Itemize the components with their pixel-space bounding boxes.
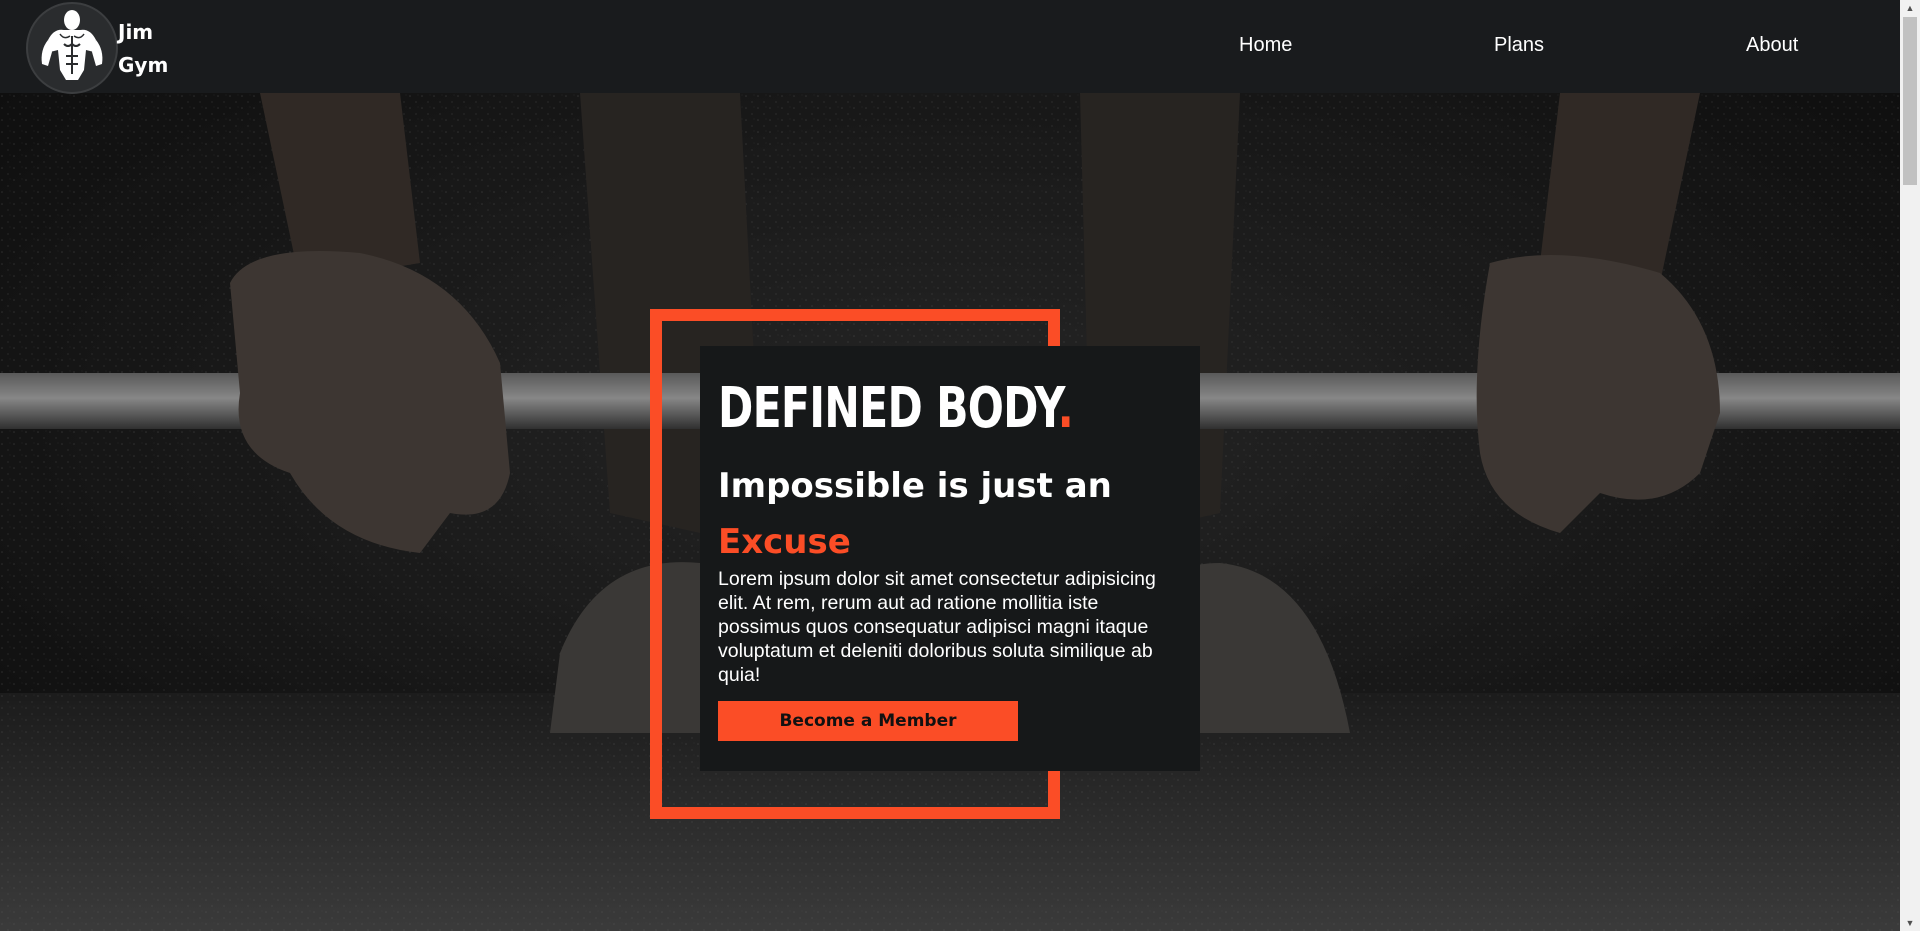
nav-link-plans[interactable]: Plans xyxy=(1494,34,1544,57)
nav-link-home[interactable]: Home xyxy=(1239,34,1292,57)
nav-link-about[interactable]: About xyxy=(1746,34,1798,57)
hero-headline: DEFINED BODY. xyxy=(718,373,1074,445)
scroll-down-arrow-icon[interactable]: ▼ xyxy=(1900,915,1920,931)
page: Jim Gym Home Plans About DEFINED BODY. I… xyxy=(0,0,1920,931)
hero-tagline-text: Impossible is just an xyxy=(718,466,1112,506)
hero-headline-dot: . xyxy=(1057,376,1074,441)
scroll-up-arrow-icon[interactable]: ▲ xyxy=(1900,0,1920,16)
navbar: Jim Gym Home Plans About xyxy=(0,0,1900,94)
become-member-button[interactable]: Become a Member xyxy=(718,701,1018,741)
scrollbar[interactable]: ▲ ▼ xyxy=(1900,0,1920,931)
hero-tagline: Impossible is just an Excuse xyxy=(718,458,1112,570)
hero-tagline-accent: Excuse xyxy=(718,522,851,562)
scrollbar-thumb[interactable] xyxy=(1903,17,1917,185)
main-nav: Home Plans About xyxy=(0,0,1900,93)
hero-description: Lorem ipsum dolor sit amet consectetur a… xyxy=(718,568,1156,686)
hero-headline-text: DEFINED BODY xyxy=(718,376,1058,441)
hero-section: DEFINED BODY. Impossible is just an Excu… xyxy=(0,93,1900,931)
